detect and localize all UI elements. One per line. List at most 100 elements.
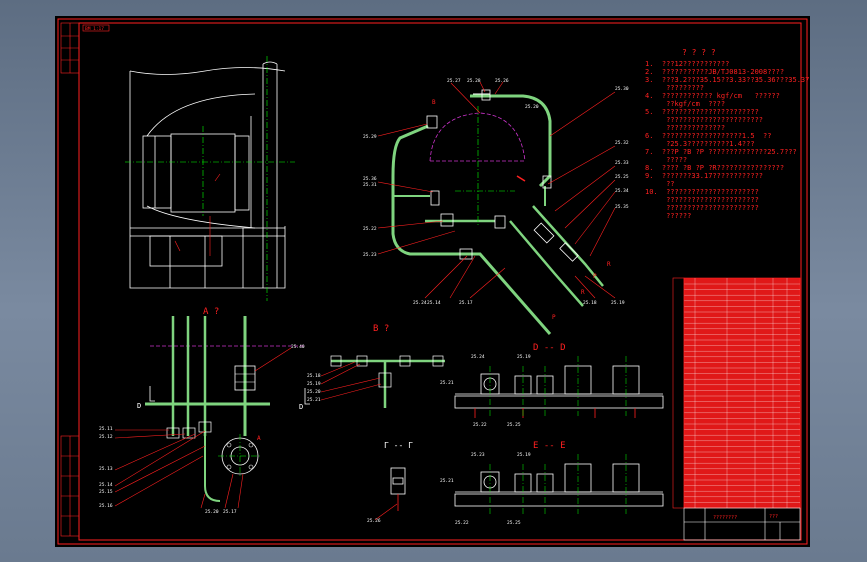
label-b-25-19: 25.19: [307, 381, 321, 387]
label-25-30: 25.30: [615, 86, 629, 92]
section-title-d: D -- D: [533, 343, 566, 353]
left-binding-strip: [60, 22, 80, 537]
section-title-b: B ?: [373, 324, 389, 334]
label-e-25-19: 25.19: [517, 452, 531, 458]
label-a-25-20: 25.20: [205, 509, 219, 515]
piping-leaders: [377, 81, 616, 299]
label-b-25-20: 25.20: [307, 389, 321, 395]
label-d-25-21: 25.21: [440, 380, 454, 386]
mark-a: A: [257, 435, 261, 442]
note-line: 1. ???12???????????: [645, 60, 730, 68]
title-block-name: ????????: [713, 515, 737, 521]
mark-d2: D: [299, 403, 303, 411]
label-25-29: 25.29: [363, 134, 377, 140]
label-25-18: 25.18: [583, 300, 597, 306]
mark-r: R: [607, 261, 611, 268]
mark-p: P: [593, 273, 597, 280]
note-line: 2. ???????????JB/TJ0813-2008????: [645, 68, 785, 76]
drawing-sheet: BM 1:17 25.27 25.28 25.26 25.30 25.29 25…: [55, 16, 810, 547]
piping-plan-view: [391, 89, 604, 335]
view-a-leaders: [114, 347, 292, 509]
label-a-25-17: 25.17: [223, 509, 237, 515]
label-25-23: 25.23: [363, 252, 377, 258]
note-line: ???????????????????????: [645, 116, 764, 124]
label-e-25-22: 25.22: [455, 520, 469, 526]
note-line: 10. ??????????????????????: [645, 188, 759, 196]
note-line: ??????????????????????: [645, 196, 759, 204]
view-a-labels: 25.40 25.11 25.12 25.13 25.14 25.15 25.1…: [99, 344, 305, 515]
label-25-17: 25.17: [459, 300, 473, 306]
label-25-28: 25.28: [467, 78, 481, 84]
note-line: 7. ???P ?B ?P ??????????????25.7???: [645, 148, 797, 156]
mark-p2: P: [552, 314, 556, 321]
label-25-35: 25.35: [615, 204, 629, 210]
section-d-labels: 25.21 25.24 25.19 25.22 25.25: [440, 354, 531, 428]
note-line: 3. ???3.2???35.15??3.33??35.36???35.37: [645, 76, 810, 84]
note-line: 5. ???????????????????????: [645, 108, 759, 116]
label-25-19: 25.19: [611, 300, 625, 306]
note-line: ?????????: [645, 84, 705, 92]
note-line: 4. ???????????? kgf/cm ??????: [645, 92, 780, 100]
mark-b: B: [432, 99, 436, 106]
label-a-25-15: 25.15: [99, 489, 113, 495]
view-b-leaders: [320, 361, 382, 401]
view-a: [145, 316, 305, 502]
parts-list-table: [672, 277, 801, 509]
label-b-25-18: 25.18: [307, 373, 321, 379]
label-a-25-14: 25.14: [99, 482, 113, 488]
note-line: ?????: [645, 156, 688, 164]
note-line: ??: [645, 180, 675, 188]
section-title-e: E -- E: [533, 441, 566, 451]
label-25-27: 25.27: [447, 78, 461, 84]
label-a-25-16: 25.16: [99, 503, 113, 509]
label-e-25-23: 25.23: [471, 452, 485, 458]
label-d-25-25: 25.25: [507, 422, 521, 428]
main-centerlines: [125, 56, 295, 301]
note-line: 9. ???????33.17????????????: [645, 172, 764, 180]
note-line: ??????????????: [645, 124, 726, 132]
section-title-a: A ?: [203, 307, 219, 317]
title-block-number: ???: [769, 514, 778, 520]
label-25-14: 25.14: [427, 300, 441, 306]
note-line: ?25.3??????????1.4???: [645, 140, 755, 148]
label-25-31: 25.31: [363, 182, 377, 188]
note-line: ??????????????????????: [645, 204, 759, 212]
title-block: [683, 507, 801, 541]
main-red-leaders: [174, 173, 221, 256]
section-e-labels: 25.21 25.23 25.19 25.22 25.25: [440, 452, 531, 526]
label-d-25-24: 25.24: [471, 354, 485, 360]
label-25-33: 25.33: [615, 160, 629, 166]
label-25-36: 25.36: [363, 176, 377, 182]
label-d-25-19: 25.19: [517, 354, 531, 360]
section-g-g: [374, 467, 406, 521]
label-e-25-25: 25.25: [507, 520, 521, 526]
label-25-24: 25.24: [413, 300, 427, 306]
label-g-25-26: 25.26: [367, 518, 381, 524]
stamp-left: BM 1:17: [85, 26, 104, 32]
label-25-20: 25.20: [525, 104, 539, 110]
label-a-25-11: 25.11: [99, 426, 113, 432]
mark-r2: R: [581, 289, 585, 296]
notes-heading: ? ? ? ?: [682, 48, 716, 57]
label-25-26: 25.26: [495, 78, 509, 84]
mark-d: D: [137, 402, 141, 410]
view-b: [304, 355, 445, 408]
section-d-centerlines: [489, 356, 627, 416]
label-25-22: 25.22: [363, 226, 377, 232]
note-line: ??kgf/cm ????: [645, 100, 726, 108]
label-25-32: 25.32: [615, 140, 629, 146]
section-d-d: [454, 365, 664, 418]
section-e-e: [454, 463, 664, 507]
label-25-34: 25.34: [615, 188, 629, 194]
note-line: 8. ???? ?B ?P ?R????????????????: [645, 164, 785, 172]
label-e-25-21: 25.21: [440, 478, 454, 484]
main-elevation-view: [129, 61, 286, 289]
note-line: ??????: [645, 212, 692, 220]
label-a-25-40: 25.40: [291, 344, 305, 350]
view-b-labels: 25.18 25.19 25.20 25.21: [307, 373, 321, 403]
label-a-25-13: 25.13: [99, 466, 113, 472]
label-d-25-22: 25.22: [473, 422, 487, 428]
label-a-25-12: 25.12: [99, 434, 113, 440]
label-b-25-21: 25.21: [307, 397, 321, 403]
section-e-centerlines: [489, 454, 627, 514]
